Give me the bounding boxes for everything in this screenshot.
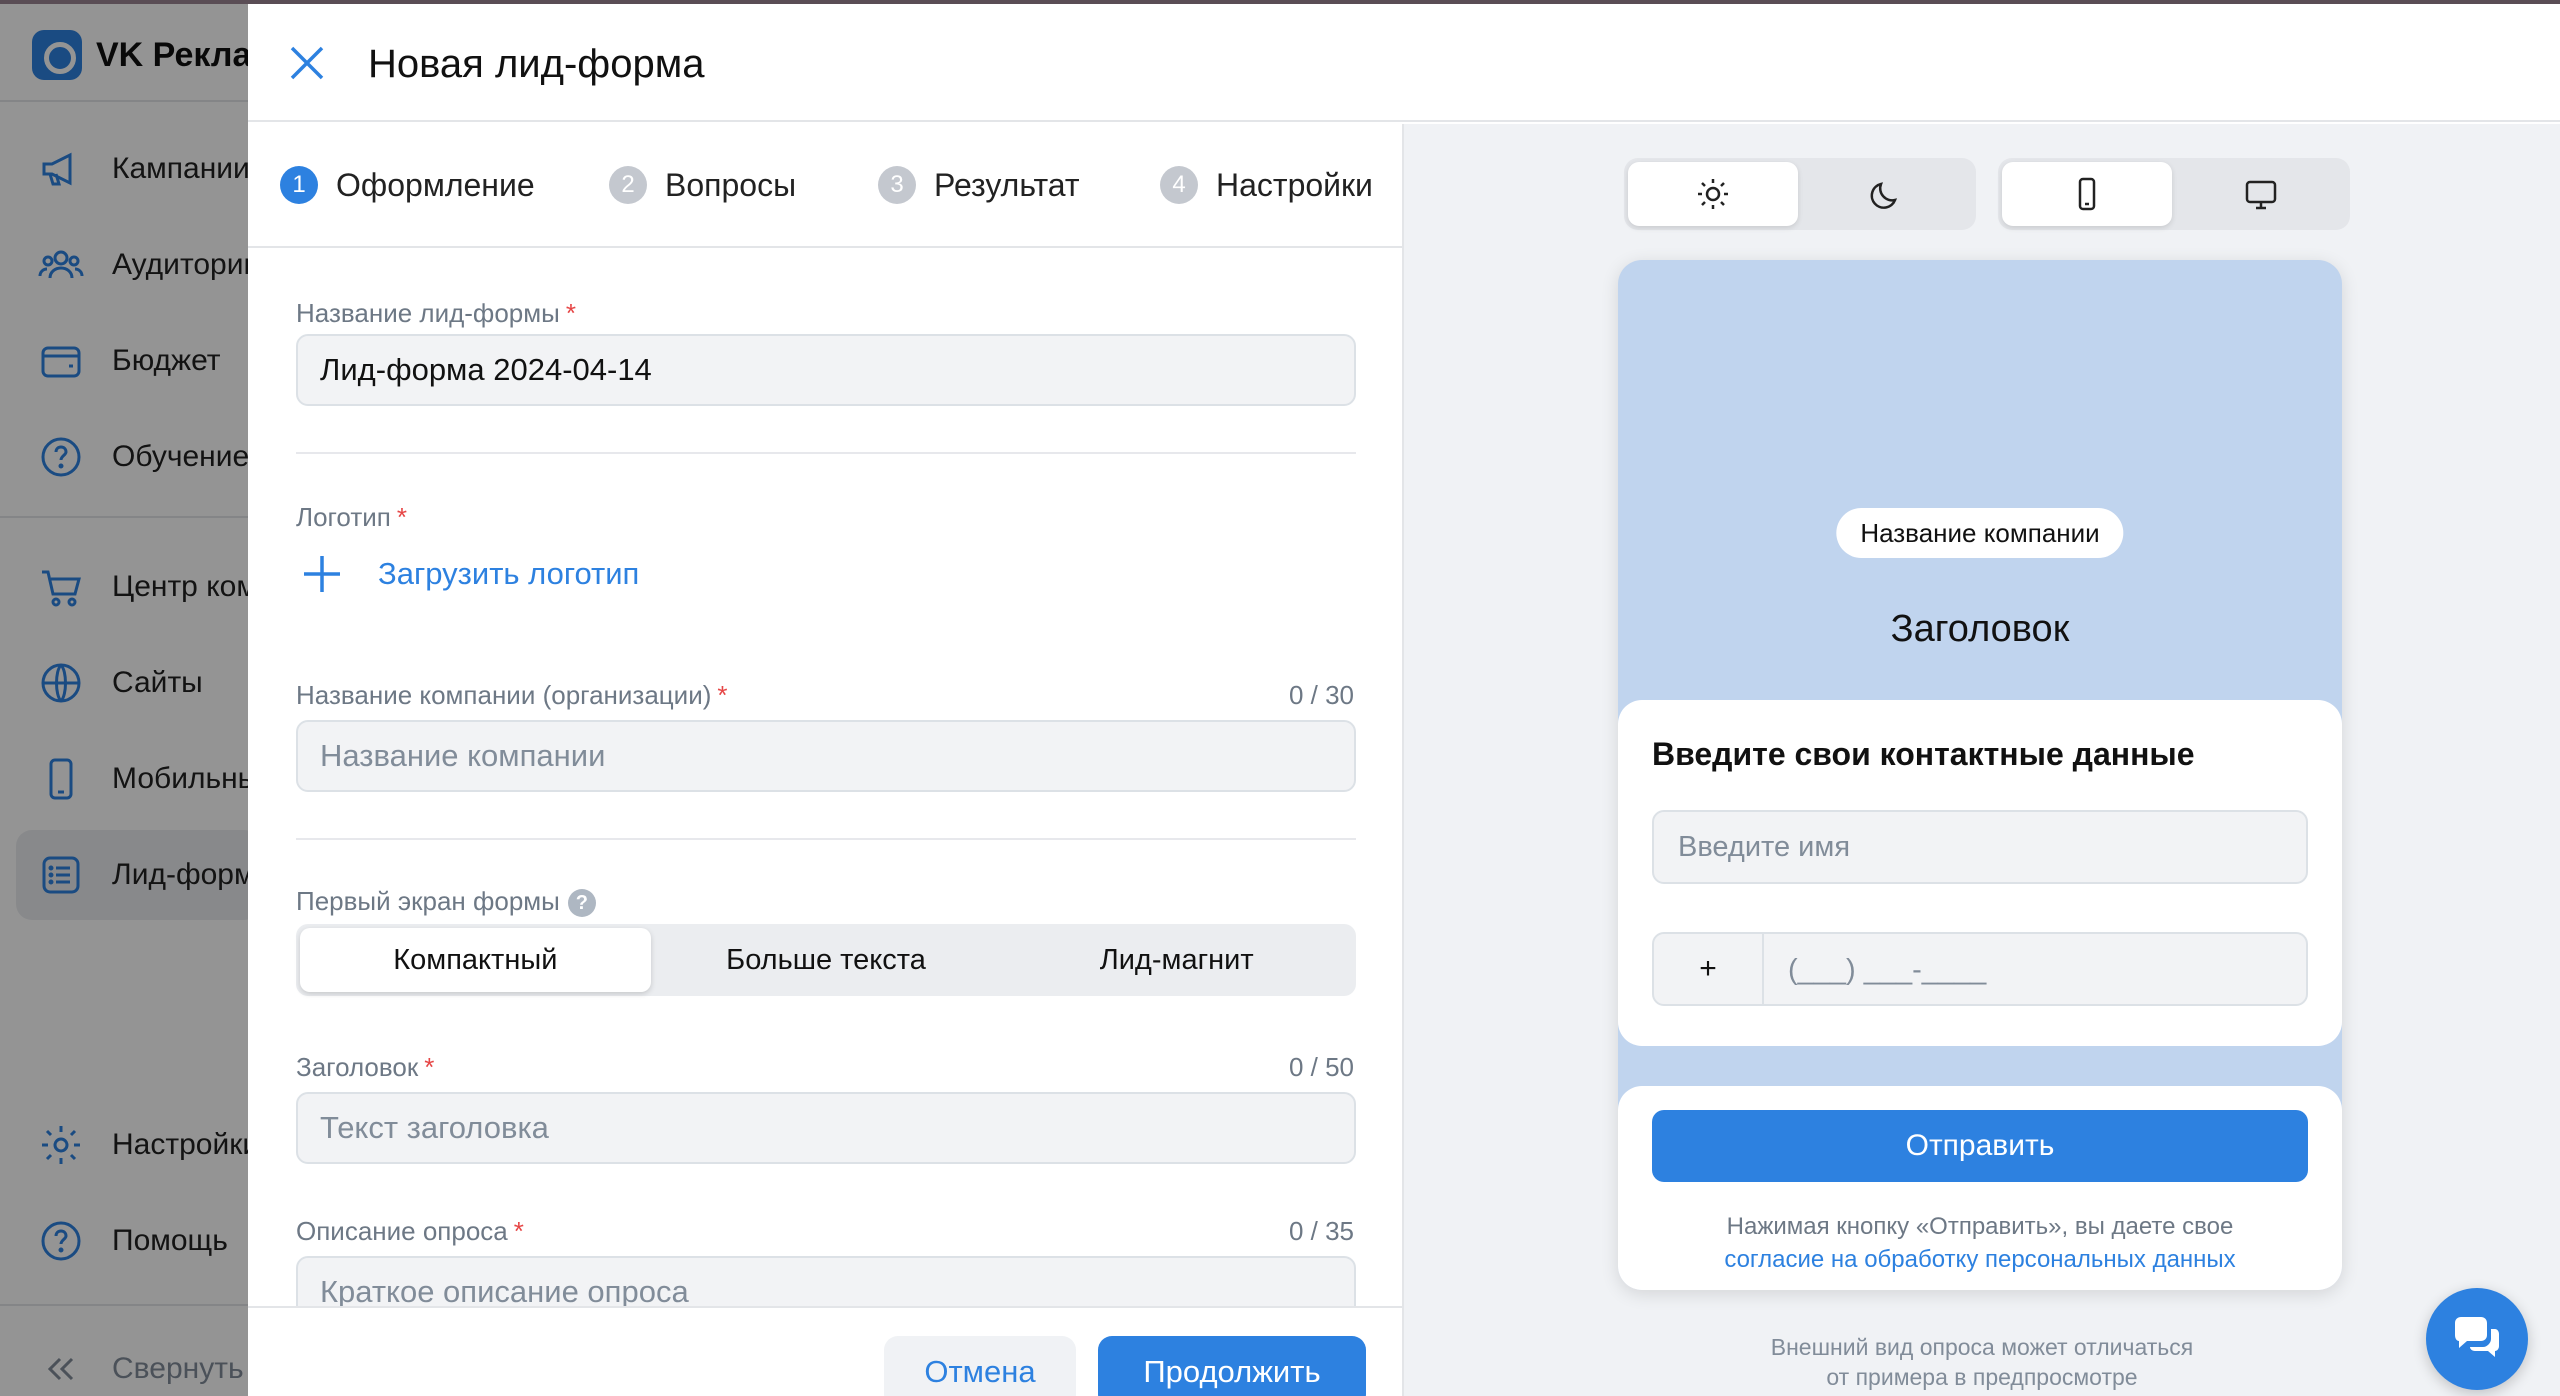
cancel-button[interactable]: Отмена bbox=[884, 1336, 1076, 1396]
company-name-counter: 0 / 30 bbox=[1288, 680, 1354, 710]
device-toggle bbox=[1998, 158, 2350, 230]
help-icon[interactable]: ? bbox=[567, 889, 596, 918]
stepper: 1 Оформление 2 Вопросы 3 Результат 4 Нас… bbox=[248, 124, 1402, 248]
description-counter: 0 / 35 bbox=[1288, 1216, 1354, 1246]
step-result[interactable]: 3 Результат bbox=[878, 166, 1080, 204]
preview-phone-input: + (___) ___-____ bbox=[1652, 932, 2308, 1006]
logo-label-text: Логотип bbox=[296, 502, 391, 532]
preview-contact-card: Введите свои контактные данные Введите и… bbox=[1618, 700, 2342, 1046]
desktop-preview-button[interactable] bbox=[2176, 162, 2346, 226]
preview-submit-card: Отправить Нажимая кнопку «Отправить», вы… bbox=[1618, 1086, 2342, 1290]
light-theme-button[interactable] bbox=[1628, 162, 1798, 226]
support-chat-button[interactable] bbox=[2426, 1288, 2528, 1390]
close-icon bbox=[290, 46, 324, 80]
sun-icon bbox=[1698, 179, 1728, 209]
smartphone-icon bbox=[2078, 177, 2096, 211]
step-label: Оформление bbox=[336, 166, 535, 203]
form-footer: Отмена Продолжить bbox=[248, 1306, 1402, 1396]
required-mark: * bbox=[396, 502, 407, 532]
preview-note-line-2: от примера в предпросмотре bbox=[1826, 1364, 2138, 1390]
description-label-text: Описание опроса bbox=[296, 1216, 508, 1246]
form-name-label-text: Название лид-формы bbox=[296, 298, 560, 328]
first-screen-label: Первый экран формы? bbox=[296, 886, 596, 918]
step-number: 3 bbox=[878, 166, 916, 204]
first-screen-label-text: Первый экран формы bbox=[296, 886, 560, 916]
preview-submit-button: Отправить bbox=[1652, 1110, 2308, 1182]
company-name-input[interactable]: Название компании bbox=[296, 720, 1356, 792]
preview-consent: Нажимая кнопку «Отправить», вы даете сво… bbox=[1618, 1210, 2342, 1276]
logo-label: Логотип * bbox=[296, 502, 407, 533]
headline-input[interactable]: Текст заголовка bbox=[296, 1092, 1356, 1164]
first-screen-option-compact[interactable]: Компактный bbox=[300, 928, 651, 992]
first-screen-option-lead-magnet[interactable]: Лид-магнит bbox=[1001, 928, 1352, 992]
moon-icon bbox=[1870, 182, 1898, 209]
required-mark: * bbox=[424, 1052, 435, 1082]
required-mark: * bbox=[513, 1216, 524, 1246]
monitor-icon bbox=[2245, 180, 2277, 210]
step-number: 1 bbox=[280, 166, 318, 204]
form-panel: 1 Оформление 2 Вопросы 3 Результат 4 Нас… bbox=[248, 124, 1404, 1396]
step-settings[interactable]: 4 Настройки bbox=[1160, 166, 1373, 204]
mobile-preview-button[interactable] bbox=[2002, 162, 2172, 226]
headline-counter: 0 / 50 bbox=[1288, 1052, 1354, 1082]
step-label: Результат bbox=[934, 166, 1080, 203]
preview-contact-title: Введите свои контактные данные bbox=[1652, 736, 2195, 772]
required-mark: * bbox=[565, 298, 576, 328]
modal-header: Новая лид-форма bbox=[248, 4, 2560, 122]
preview-name-input: Введите имя bbox=[1652, 810, 2308, 884]
step-label: Настройки bbox=[1216, 166, 1373, 203]
preview-phone-prefix: + bbox=[1654, 934, 1764, 1004]
first-screen-option-more-text[interactable]: Больше текста bbox=[651, 928, 1002, 992]
plus-icon bbox=[304, 556, 340, 592]
step-number: 4 bbox=[1160, 166, 1198, 204]
step-design[interactable]: 1 Оформление bbox=[280, 166, 535, 204]
upload-logo-label: Загрузить логотип bbox=[378, 556, 640, 591]
preview-note: Внешний вид опроса может отличаться от п… bbox=[1404, 1332, 2560, 1392]
headline-label-text: Заголовок bbox=[296, 1052, 419, 1082]
theme-toggle bbox=[1624, 158, 1976, 230]
lead-form-modal: Новая лид-форма 1 Оформление 2 Вопросы 3… bbox=[248, 4, 2560, 1396]
description-label: Описание опроса * bbox=[296, 1216, 524, 1247]
continue-button[interactable]: Продолжить bbox=[1098, 1336, 1366, 1396]
preview-note-line-1: Внешний вид опроса может отличаться bbox=[1770, 1334, 2194, 1360]
preview-title: Заголовок bbox=[1890, 608, 2070, 650]
close-button[interactable] bbox=[286, 42, 328, 84]
preview-phone-mask: (___) ___-____ bbox=[1788, 954, 1987, 986]
headline-label: Заголовок * bbox=[296, 1052, 434, 1083]
section-divider bbox=[296, 838, 1356, 840]
company-name-label-text: Название компании (организации) bbox=[296, 680, 712, 710]
first-screen-segmented-control: Компактный Больше текста Лид-магнит bbox=[296, 924, 1356, 996]
preview-panel: Название компании Заголовок Введите свои… bbox=[1404, 124, 2560, 1396]
section-divider bbox=[296, 452, 1356, 454]
chat-icon bbox=[2455, 1317, 2499, 1357]
form-name-label: Название лид-формы * bbox=[296, 298, 576, 329]
preview-phone: Название компании Заголовок Введите свои… bbox=[1618, 260, 2342, 1290]
preview-consent-text: Нажимая кнопку «Отправить», вы даете сво… bbox=[1726, 1213, 2234, 1240]
company-name-label: Название компании (организации) * bbox=[296, 680, 728, 711]
step-questions[interactable]: 2 Вопросы bbox=[609, 166, 796, 204]
dark-theme-button[interactable] bbox=[1802, 162, 1972, 226]
upload-logo-button[interactable]: Загрузить логотип bbox=[300, 552, 639, 596]
preview-company-pill: Название компании bbox=[1836, 508, 2124, 558]
modal-title: Новая лид-форма bbox=[368, 42, 705, 86]
required-mark: * bbox=[717, 680, 728, 710]
preview-consent-link[interactable]: согласие на обработку персональных данны… bbox=[1724, 1246, 2235, 1273]
step-label: Вопросы bbox=[665, 166, 797, 203]
step-number: 2 bbox=[609, 166, 647, 204]
form-name-input[interactable]: Лид-форма 2024-04-14 bbox=[296, 334, 1356, 406]
